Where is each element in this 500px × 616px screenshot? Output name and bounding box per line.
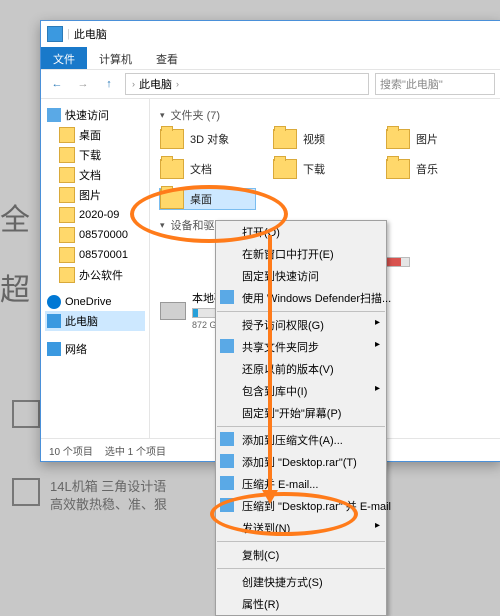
menu-share-sync[interactable]: 共享文件夹同步 [216, 336, 386, 358]
tab-file[interactable]: 文件 [41, 47, 87, 69]
folder-icon [273, 159, 297, 179]
menu-pin-start[interactable]: 固定到"开始"屏幕(P) [216, 402, 386, 424]
sidebar-item[interactable]: 08570001 [45, 245, 145, 265]
folder-icon [59, 127, 75, 143]
network-icon [47, 342, 61, 356]
menu-restore-prev[interactable]: 还原以前的版本(V) [216, 358, 386, 380]
folder-item[interactable]: 下载 [273, 159, 368, 179]
archive-icon [220, 476, 234, 490]
folder-item[interactable]: 3D 对象 [160, 129, 255, 149]
sidebar-item[interactable]: 08570000 [45, 225, 145, 245]
chevron-icon: › [176, 79, 179, 89]
drive-icon [160, 302, 186, 320]
menu-create-shortcut[interactable]: 创建快捷方式(S) [216, 571, 386, 593]
folder-icon [59, 267, 75, 283]
status-selection: 选中 1 个项目 [105, 443, 166, 458]
folder-item[interactable]: 文档 [160, 159, 255, 179]
nav-back-button[interactable]: ← [47, 74, 67, 94]
bg-chip-icon [12, 400, 40, 428]
menu-pin-quick[interactable]: 固定到快速访问 [216, 265, 386, 287]
star-icon [47, 108, 61, 122]
sidebar-item[interactable]: 下载 [45, 145, 145, 165]
bg-text: 全 [0, 200, 30, 242]
menu-open-new-window[interactable]: 在新窗口中打开(E) [216, 243, 386, 265]
menu-separator [217, 541, 385, 542]
sidebar-this-pc[interactable]: 此电脑 [45, 311, 145, 331]
context-menu: 打开(O) 在新窗口中打开(E) 固定到快速访问 使用 Windows Defe… [215, 220, 387, 616]
nav-forward-button[interactable]: → [73, 74, 93, 94]
address-bar: ← → ↑ › 此电脑 › 搜索"此电脑" [41, 70, 500, 99]
folder-item-desktop[interactable]: 桌面 [160, 189, 255, 209]
folder-icon [59, 227, 75, 243]
folder-icon [160, 189, 184, 209]
folder-icon [386, 129, 410, 149]
sidebar-network[interactable]: 网络 [45, 339, 145, 359]
folder-icon [59, 247, 75, 263]
archive-icon [220, 498, 234, 512]
folder-item[interactable]: 音乐 [386, 159, 481, 179]
shield-icon [220, 290, 234, 304]
archive-icon [220, 454, 234, 468]
folder-icon [160, 159, 184, 179]
breadcrumb-item[interactable]: 此电脑 [139, 76, 172, 92]
bg-text: 高效散热稳、准、狠 [50, 496, 167, 514]
menu-add-archive[interactable]: 添加到压缩文件(A)... [216, 429, 386, 451]
menu-separator [217, 568, 385, 569]
sidebar-item[interactable]: 图片 [45, 185, 145, 205]
window-title: 此电脑 [74, 26, 107, 42]
menu-open[interactable]: 打开(O) [216, 221, 386, 243]
bg-text: 超 [0, 270, 30, 312]
sync-icon [220, 339, 234, 353]
ribbon: 文件 计算机 查看 [41, 47, 500, 70]
menu-compress-rar-email[interactable]: 压缩到 "Desktop.rar" 并 E-mail [216, 495, 386, 517]
folder-icon [59, 147, 75, 163]
menu-send-to[interactable]: 发送到(N) [216, 517, 386, 539]
sidebar: 快速访问 桌面 下载 文档 图片 2020-09 08570000 085700… [41, 99, 150, 439]
tab-computer[interactable]: 计算机 [87, 47, 144, 69]
menu-separator [217, 426, 385, 427]
chevron-icon: › [132, 79, 135, 89]
sidebar-item[interactable]: 办公软件 [45, 265, 145, 285]
menu-include-library[interactable]: 包含到库中(I) [216, 380, 386, 402]
menu-compress-email[interactable]: 压缩并 E-mail... [216, 473, 386, 495]
folder-icon [59, 187, 75, 203]
search-input[interactable]: 搜索"此电脑" [375, 73, 495, 95]
sidebar-item[interactable]: 文档 [45, 165, 145, 185]
pc-icon [47, 314, 61, 328]
folder-icon [59, 167, 75, 183]
folder-icon [160, 129, 184, 149]
onedrive-icon [47, 295, 61, 309]
folder-item[interactable]: 视频 [273, 129, 368, 149]
folder-icon [386, 159, 410, 179]
titlebar[interactable]: | 此电脑 [41, 21, 500, 47]
menu-properties[interactable]: 属性(R) [216, 593, 386, 615]
breadcrumb[interactable]: › 此电脑 › [125, 73, 369, 95]
archive-icon [220, 432, 234, 446]
folder-icon [273, 129, 297, 149]
status-count: 10 个项目 [49, 443, 93, 458]
menu-grant-access[interactable]: 授予访问权限(G) [216, 314, 386, 336]
tab-view[interactable]: 查看 [144, 47, 190, 69]
menu-add-rar[interactable]: 添加到 "Desktop.rar"(T) [216, 451, 386, 473]
bg-case-icon [12, 478, 40, 506]
menu-defender-scan[interactable]: 使用 Windows Defender扫描... [216, 287, 386, 309]
menu-separator [217, 311, 385, 312]
bg-text: 14L机箱 三角设计语 [50, 478, 166, 496]
sidebar-item[interactable]: 桌面 [45, 125, 145, 145]
nav-up-button[interactable]: ↑ [99, 74, 119, 94]
sidebar-quick-access[interactable]: 快速访问 [45, 105, 145, 125]
menu-copy[interactable]: 复制(C) [216, 544, 386, 566]
sidebar-item[interactable]: 2020-09 [45, 205, 145, 225]
folder-item[interactable]: 图片 [386, 129, 481, 149]
window-icon [47, 26, 63, 42]
sidebar-onedrive[interactable]: OneDrive [45, 293, 145, 311]
folder-icon [59, 207, 75, 223]
group-header-folders[interactable]: ▾文件夹 (7) [160, 107, 491, 123]
